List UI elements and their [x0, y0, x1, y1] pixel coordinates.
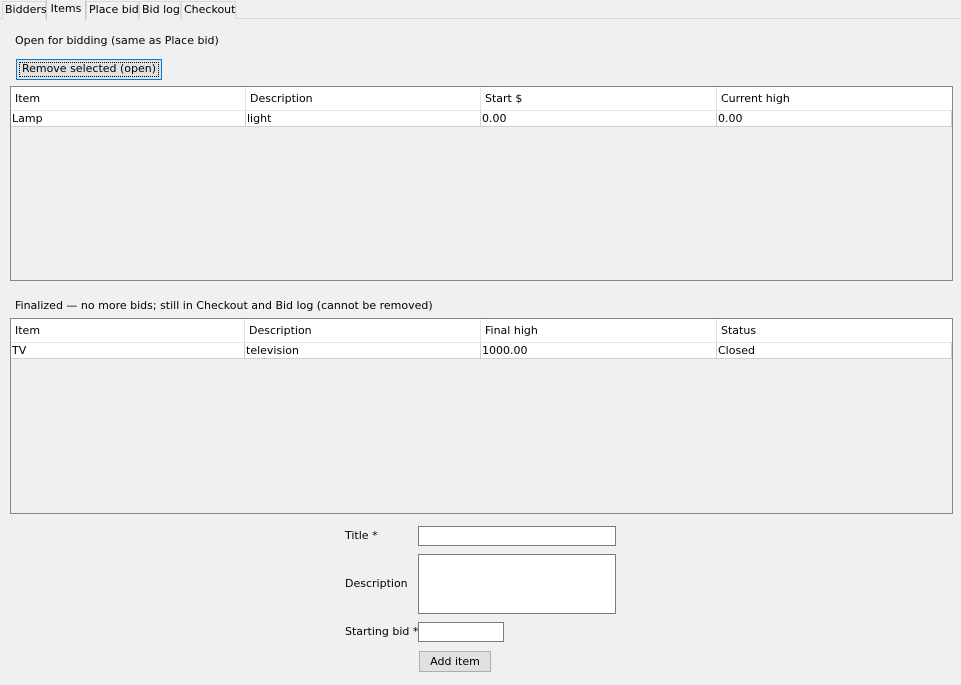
cell-final-high: 1000.00: [481, 343, 717, 358]
tab-bar: Bidders Items Place bid Bid log Checkout: [0, 0, 961, 20]
open-items-table[interactable]: Item Description Start $ Current high La…: [10, 86, 953, 281]
title-label: Title *: [345, 529, 378, 542]
cell-description: light: [246, 111, 481, 126]
tab-bid-log[interactable]: Bid log: [139, 1, 181, 19]
cell-item: TV: [11, 343, 245, 358]
finalized-section-title: Finalized — no more bids; still in Check…: [15, 299, 433, 312]
cell-status: Closed: [717, 343, 952, 358]
starting-bid-input[interactable]: [418, 622, 504, 642]
column-header-final-high[interactable]: Final high: [481, 319, 717, 343]
tab-checkout[interactable]: Checkout: [181, 1, 236, 19]
cell-description: television: [245, 343, 481, 358]
open-items-header: Item Description Start $ Current high: [11, 87, 952, 111]
finalized-items-table[interactable]: Item Description Final high Status TV te…: [10, 318, 953, 514]
items-panel: Open for bidding (same as Place bid) Rem…: [0, 19, 961, 685]
cell-start: 0.00: [481, 111, 717, 126]
column-header-item[interactable]: Item: [11, 87, 246, 111]
tab-place-bid[interactable]: Place bid: [86, 1, 139, 19]
column-header-description[interactable]: Description: [246, 87, 481, 111]
remove-selected-button[interactable]: Remove selected (open): [16, 59, 162, 80]
finalized-items-header: Item Description Final high Status: [11, 319, 952, 343]
starting-bid-label: Starting bid *: [345, 625, 419, 638]
column-header-description[interactable]: Description: [245, 319, 481, 343]
table-row[interactable]: Lamp light 0.00 0.00: [11, 111, 952, 127]
title-input[interactable]: [418, 526, 616, 546]
open-section-title: Open for bidding (same as Place bid): [15, 34, 219, 47]
column-header-status[interactable]: Status: [717, 319, 952, 343]
column-header-current-high[interactable]: Current high: [717, 87, 952, 111]
focus-ring: [19, 62, 159, 77]
cell-item: Lamp: [11, 111, 246, 126]
tab-items[interactable]: Items: [46, 0, 86, 20]
column-header-start[interactable]: Start $: [481, 87, 717, 111]
add-item-button[interactable]: Add item: [419, 651, 491, 672]
description-label: Description: [345, 577, 408, 590]
table-row[interactable]: TV television 1000.00 Closed: [11, 343, 952, 359]
tab-bidders[interactable]: Bidders: [2, 1, 47, 19]
cell-current-high: 0.00: [717, 111, 952, 126]
column-header-item[interactable]: Item: [11, 319, 245, 343]
description-textarea[interactable]: [418, 554, 616, 614]
